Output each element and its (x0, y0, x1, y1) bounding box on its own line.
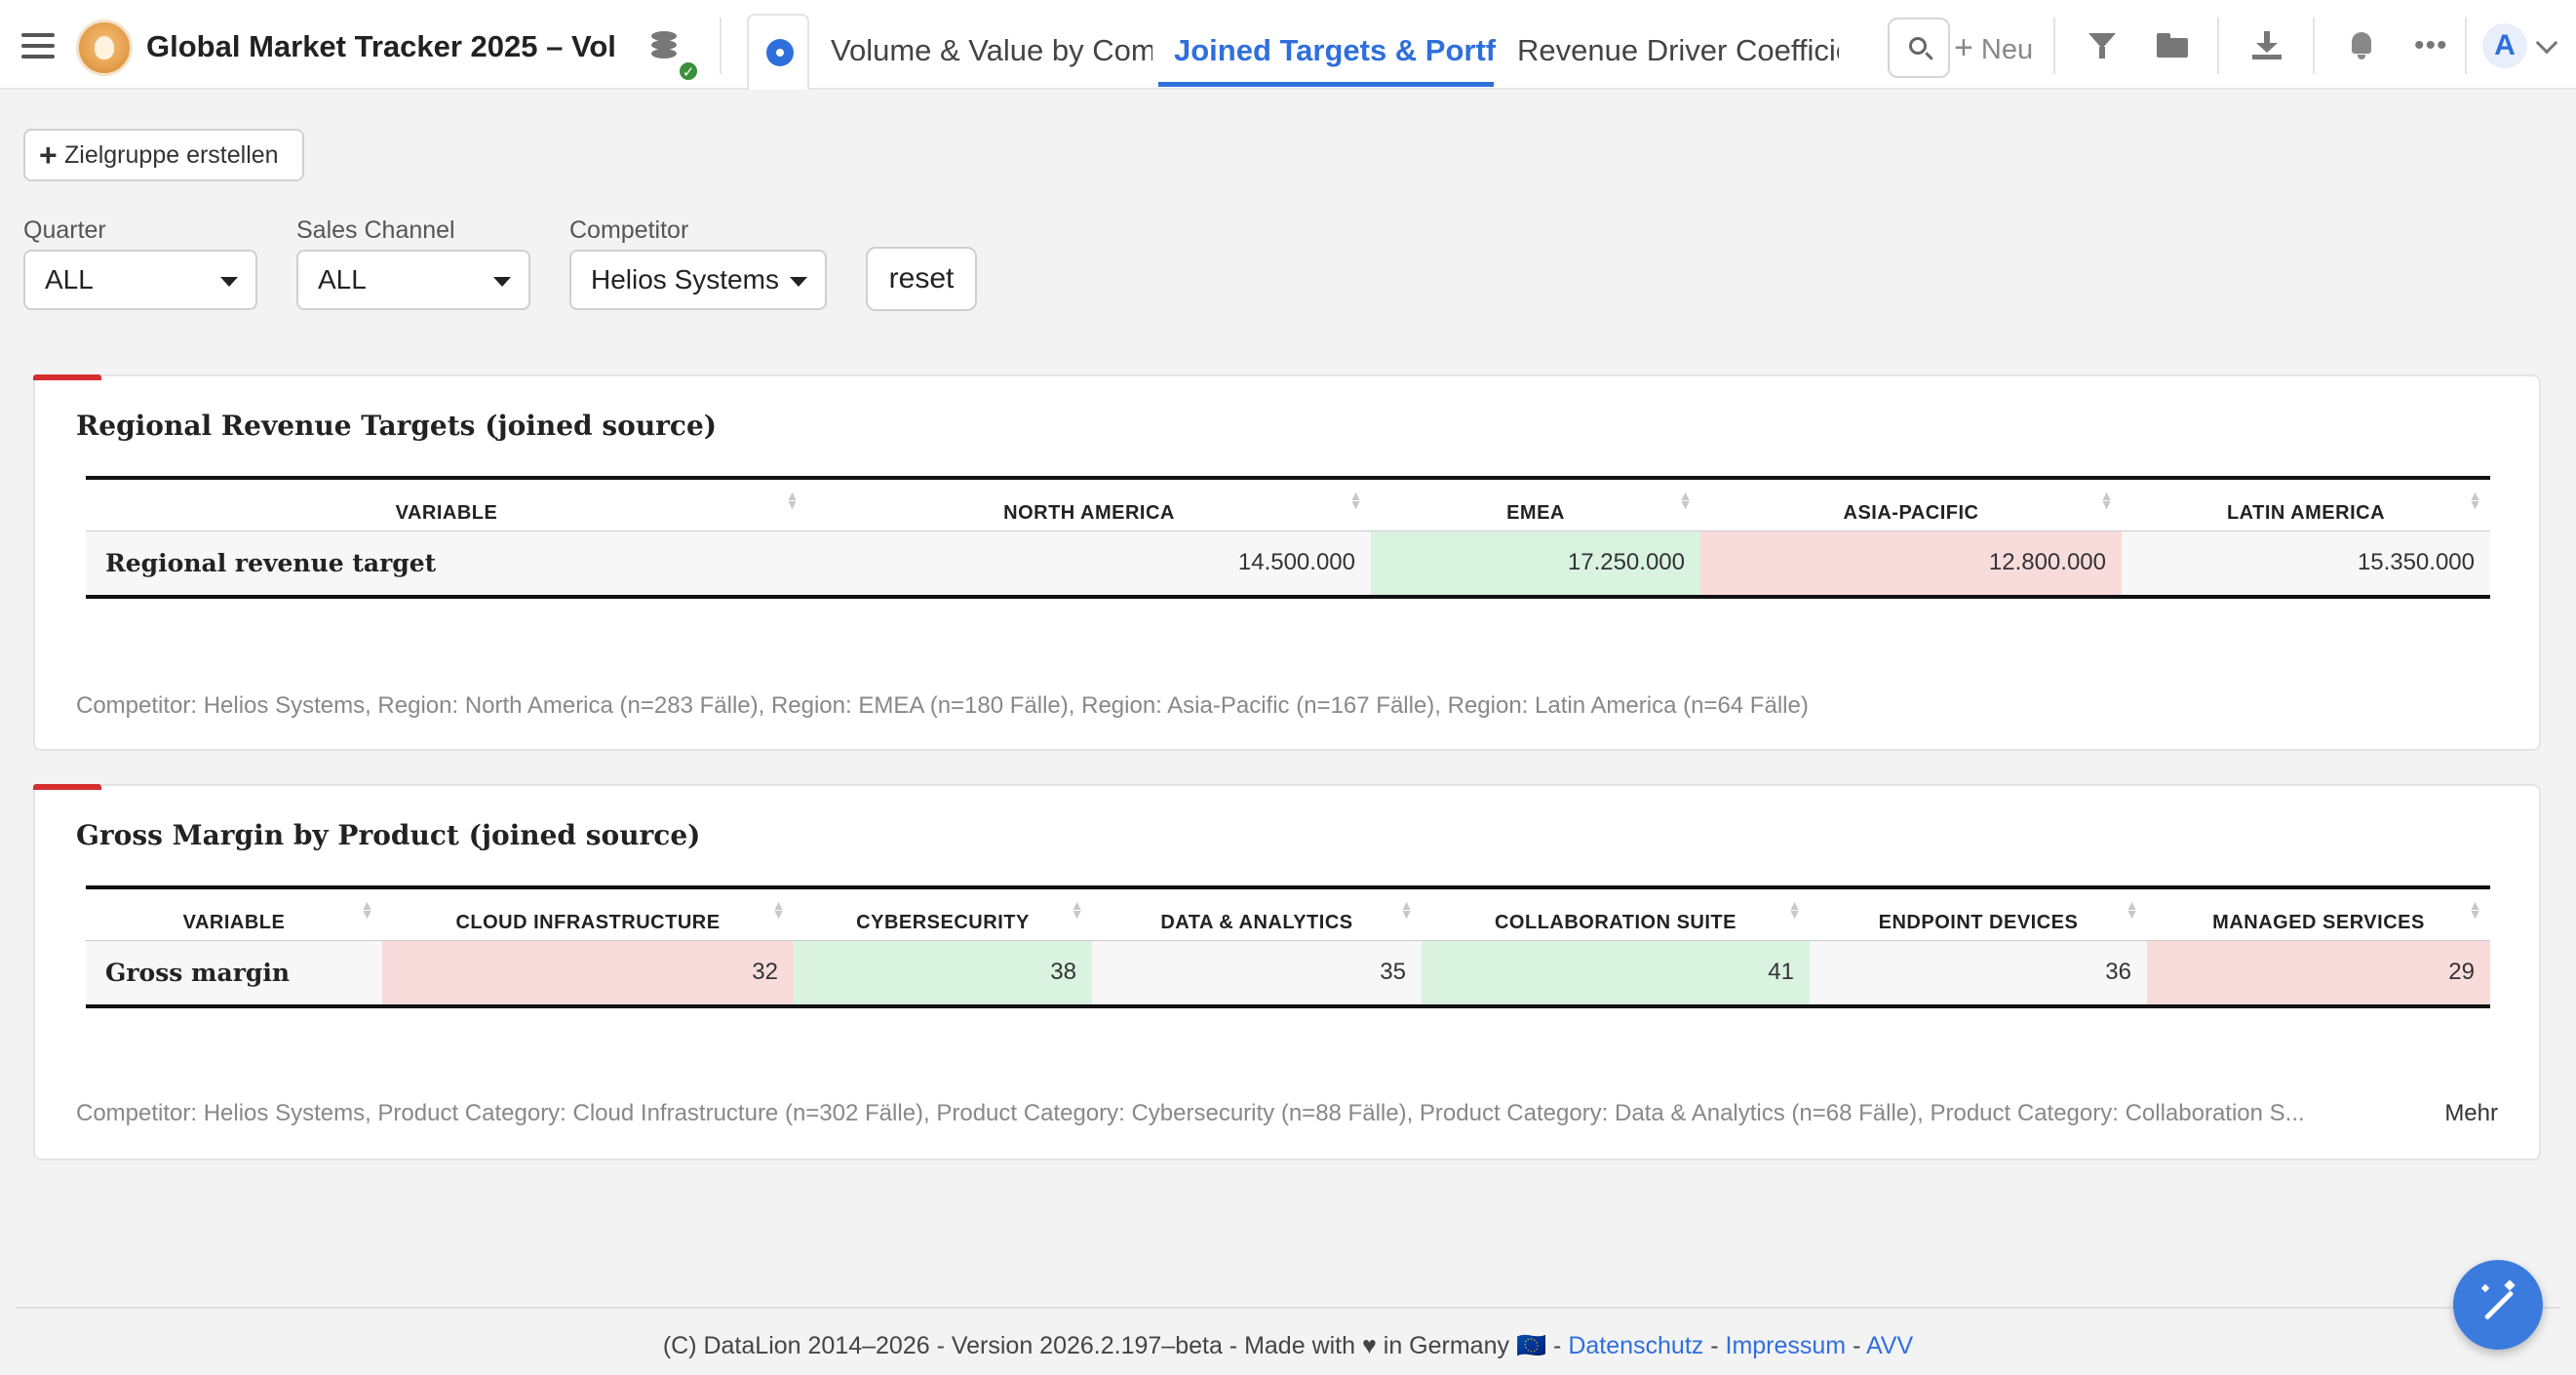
eu-flag-icon: 🇪🇺 (1515, 1332, 1547, 1359)
avv-link[interactable]: AVV (1866, 1332, 1913, 1359)
footer-divider (16, 1307, 2560, 1309)
settings-button[interactable] (747, 14, 809, 90)
regional-revenue-card: Regional Revenue Targets (joined source)… (33, 374, 2541, 751)
table-cell: 41 (1422, 940, 1810, 1008)
active-tab-indicator (1158, 82, 1494, 87)
create-target-group-label: Zielgruppe erstellen (64, 141, 279, 169)
caret-down-icon (790, 277, 807, 287)
table-cell: 17.250.000 (1371, 530, 1700, 599)
column-header[interactable]: ENDPOINT DEVICES ▲ ▼ (1810, 885, 2147, 941)
privacy-link[interactable]: Datenschutz (1568, 1332, 1703, 1359)
column-header[interactable]: MANAGED SERVICES ▲ ▼ (2147, 885, 2490, 941)
new-button[interactable]: + Neu (1954, 29, 2033, 67)
more-link[interactable]: Mehr (2444, 1100, 2498, 1127)
plus-icon: + (39, 138, 58, 173)
card-title: Gross Margin by Product (joined source) (76, 819, 701, 851)
table-cell: 15.350.000 (2122, 530, 2490, 599)
competitor-select[interactable]: Helios Systems (569, 250, 827, 310)
divider (2217, 18, 2219, 74)
column-header[interactable]: NORTH AMERICA ▲ ▼ (807, 476, 1371, 531)
tab-joined-targets[interactable]: Joined Targets & Portfolio (1174, 33, 1496, 68)
table-cell: 14.500.000 (807, 530, 1371, 599)
table-row: Regional revenue target 14.500.000 17.25… (86, 530, 2490, 599)
competitor-label: Competitor (569, 216, 689, 244)
footer-text: (C) DataLion 2014–2026 - Version 2026.2.… (662, 1332, 1356, 1359)
lion-logo (76, 20, 133, 76)
column-header[interactable]: CYBERSECURITY ▲ ▼ (794, 885, 1092, 941)
row-label: Gross margin (86, 940, 382, 1008)
sales-channel-value: ALL (318, 264, 367, 295)
search-button[interactable] (1888, 18, 1950, 78)
column-header[interactable]: ASIA-PACIFIC ▲ ▼ (1700, 476, 2122, 531)
footer-text-after-heart: in Germany (1383, 1332, 1509, 1359)
gross-margin-card: Gross Margin by Product (joined source) … (33, 784, 2541, 1160)
table-cell: 29 (2147, 940, 2490, 1008)
caret-down-icon (220, 277, 238, 287)
database-icon[interactable] (651, 31, 681, 64)
tab-revenue-driver[interactable]: Revenue Driver Coefficie (1517, 33, 1839, 68)
table-cell: 38 (794, 940, 1092, 1008)
avatar[interactable]: A (2482, 23, 2527, 68)
plus-icon: + (1954, 29, 1973, 66)
column-header[interactable]: VARIABLE ▲ ▼ (86, 885, 382, 941)
search-icon (1909, 37, 1927, 55)
filter-icon[interactable] (2085, 29, 2120, 60)
sales-channel-label: Sales Channel (296, 216, 455, 244)
magic-wand-icon (2483, 1290, 2515, 1320)
reset-button[interactable]: reset (866, 247, 977, 311)
table-cell: 36 (1810, 940, 2147, 1008)
divider (2465, 18, 2467, 74)
column-header[interactable]: COLLABORATION SUITE ▲ ▼ (1422, 885, 1810, 941)
top-bar: Global Market Tracker 2025 – Volu... ✓ V… (0, 0, 2576, 90)
competitor-value: Helios Systems (591, 264, 779, 295)
card-accent (33, 784, 101, 790)
divider (720, 18, 722, 74)
page-footer: (C) DataLion 2014–2026 - Version 2026.2.… (662, 1332, 1914, 1359)
table-cell: 35 (1092, 940, 1422, 1008)
table-cell: 12.800.000 (1700, 530, 2122, 599)
divider (2313, 18, 2315, 74)
imprint-link[interactable]: Impressum (1726, 1332, 1847, 1359)
table-row: Gross margin 32 38 35 41 36 29 (86, 940, 2490, 1008)
table-cell: 32 (382, 940, 794, 1008)
sales-channel-select[interactable]: ALL (296, 250, 530, 310)
heart-icon: ♥ (1361, 1332, 1377, 1359)
gross-margin-table: VARIABLE ▲ ▼ CLOUD INFRASTRUCTURE ▲ ▼ CYBERS… (86, 885, 2490, 1008)
new-label: Neu (1980, 34, 2034, 65)
menu-icon[interactable] (21, 33, 55, 59)
column-header[interactable]: CLOUD INFRASTRUCTURE ▲ ▼ (382, 885, 794, 941)
app-title: Global Market Tracker 2025 – Volu... (146, 29, 614, 63)
card-accent (33, 374, 101, 380)
download-icon[interactable] (2250, 29, 2285, 60)
card-footer: Competitor: Helios Systems, Product Cate… (76, 1100, 2305, 1126)
folder-icon[interactable] (2155, 29, 2190, 60)
row-label: Regional revenue target (86, 530, 807, 599)
quarter-label: Quarter (23, 216, 106, 244)
card-title: Regional Revenue Targets (joined source) (76, 410, 718, 442)
column-header[interactable]: EMEA ▲ ▼ (1371, 476, 1700, 531)
column-header[interactable]: LATIN AMERICA ▲ ▼ (2122, 476, 2490, 531)
column-header[interactable]: VARIABLE ▲ ▼ (86, 476, 807, 531)
create-target-group-button[interactable]: + Zielgruppe erstellen (23, 129, 304, 181)
bell-icon[interactable] (2344, 29, 2379, 60)
tab-volume-value[interactable]: Volume & Value by Comp (831, 33, 1152, 68)
magic-wand-button[interactable] (2453, 1260, 2543, 1350)
more-icon[interactable]: ••• (2414, 31, 2449, 64)
card-footer: Competitor: Helios Systems, Region: Nort… (76, 692, 1809, 719)
chevron-down-icon[interactable] (2535, 31, 2558, 55)
check-icon: ✓ (678, 60, 699, 82)
gear-icon (766, 39, 794, 66)
regional-revenue-table: VARIABLE ▲ ▼ NORTH AMERICA ▲ ▼ EMEA ▲ ▼ ASIA-P… (86, 476, 2490, 599)
column-header[interactable]: DATA & ANALYTICS ▲ ▼ (1092, 885, 1422, 941)
divider (2053, 18, 2055, 74)
quarter-value: ALL (45, 264, 94, 295)
quarter-select[interactable]: ALL (23, 250, 257, 310)
caret-down-icon (493, 277, 511, 287)
